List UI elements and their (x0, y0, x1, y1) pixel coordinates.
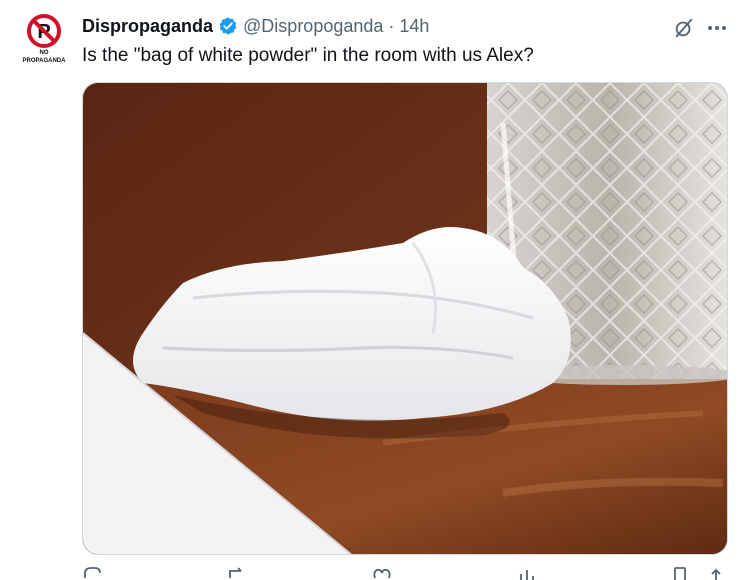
grok-icon[interactable] (670, 14, 698, 42)
svg-text:PROPAGANDA: PROPAGANDA (23, 58, 66, 64)
tweet-photo[interactable] (82, 82, 728, 555)
svg-text:NO: NO (40, 50, 49, 56)
tweet-header: Dispropaganda @Dispropoganda · 14h (82, 14, 429, 38)
separator-dot: · (388, 15, 395, 36)
photo-image (83, 83, 727, 554)
verified-badge-icon (218, 16, 238, 36)
more-options-icon[interactable] (704, 14, 730, 42)
user-handle[interactable]: @Dispropoganda (243, 16, 383, 37)
no-propaganda-sign-icon: P NO PROPAGANDA (23, 14, 66, 64)
avatar[interactable]: P NO PROPAGANDA (22, 14, 66, 66)
tweet-text: Is the "bag of white powder" in the room… (82, 45, 534, 66)
timestamp[interactable]: 14h (399, 16, 429, 37)
display-name[interactable]: Dispropaganda (82, 16, 213, 37)
